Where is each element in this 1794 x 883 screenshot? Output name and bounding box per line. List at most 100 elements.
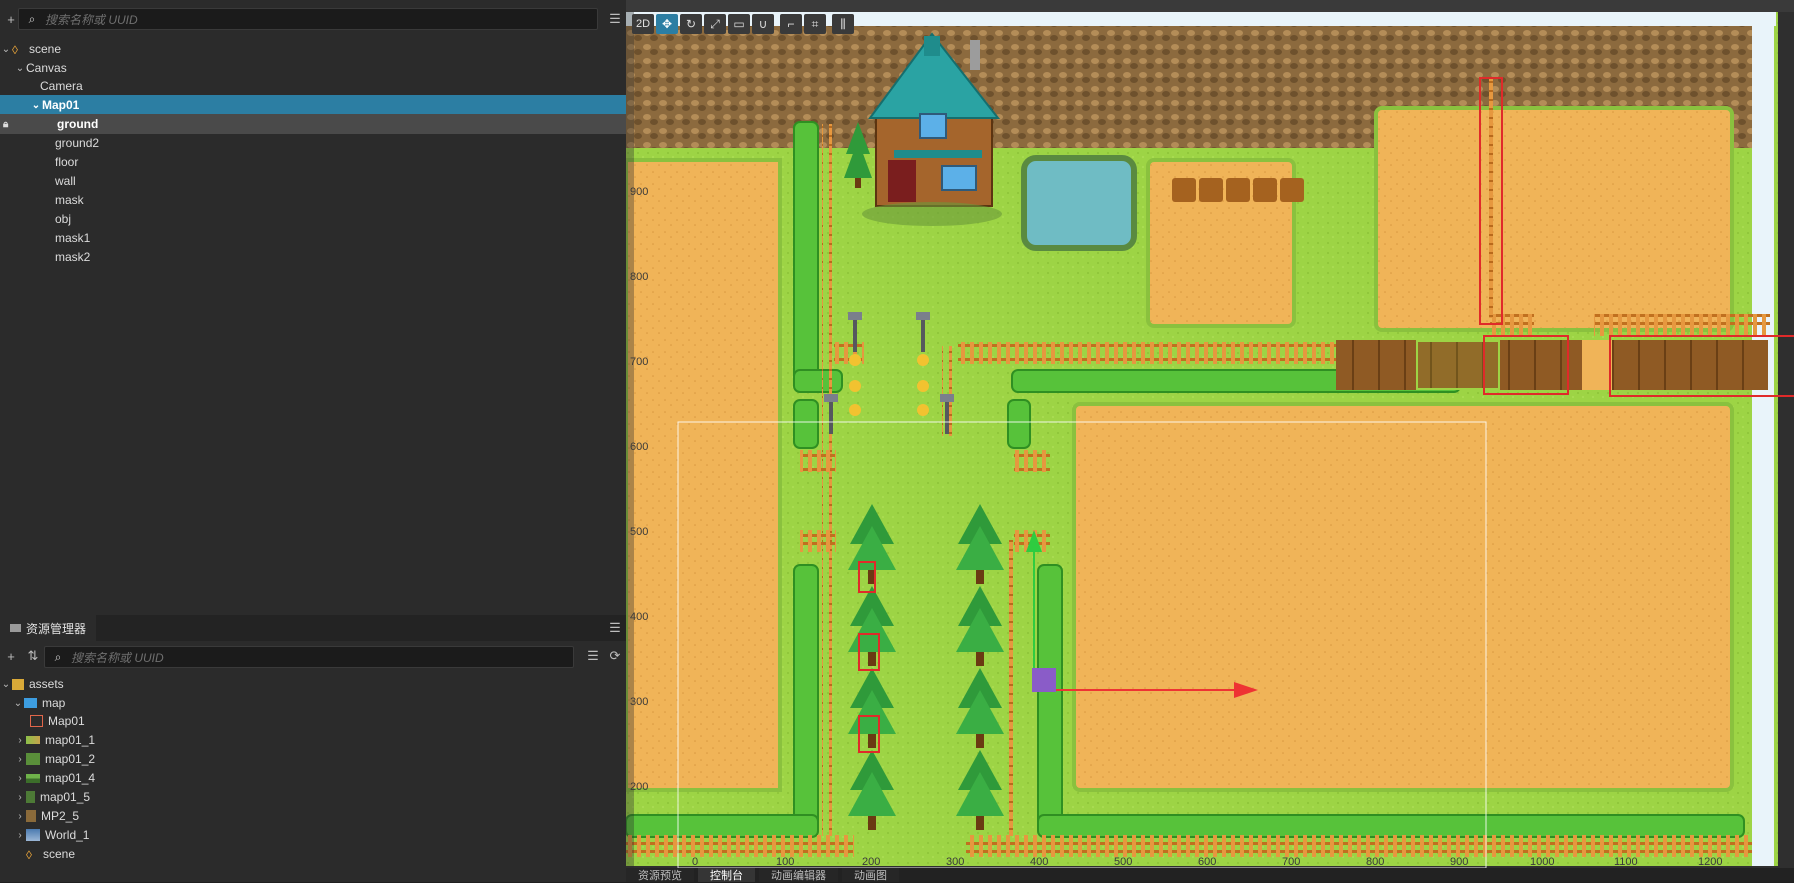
- sort-icon[interactable]: ⇅: [22, 645, 44, 667]
- database-icon: [12, 678, 24, 690]
- wood-wall: [1336, 340, 1768, 390]
- chevron-right-icon[interactable]: ›: [14, 830, 26, 841]
- tree-node-scene[interactable]: ⌄ ◊ scene: [0, 39, 626, 59]
- ruler-y-label: 200: [630, 781, 648, 793]
- tree-node-mask2[interactable]: mask2: [0, 247, 626, 267]
- tree-node-ground2[interactable]: ground2: [0, 133, 626, 153]
- hedge: [1037, 814, 1745, 838]
- snow-border: [1752, 14, 1774, 866]
- farm-plot-bottom-right: [1072, 402, 1734, 792]
- hay-bales: [1172, 178, 1304, 202]
- image-icon: [26, 773, 40, 783]
- rect-tool-icon[interactable]: ▭: [728, 14, 751, 34]
- refresh-icon[interactable]: ⟳: [604, 645, 626, 667]
- lock-icon[interactable]: 🔒︎: [0, 119, 57, 130]
- hierarchy-toolbar: + ⌕ 搜索名称或 UUID ☰: [0, 8, 626, 30]
- chevron-down-icon[interactable]: ⌄: [14, 63, 26, 74]
- tree-node-canvas[interactable]: ⌄ Canvas: [0, 58, 626, 78]
- chevron-down-icon[interactable]: ⌄: [0, 44, 12, 55]
- fence: [822, 124, 832, 836]
- snap-tool-icon[interactable]: ∪: [752, 14, 775, 34]
- assets-panel: 资源管理器 ☰ + ⇅ ⌕ 搜索名称或 UUID ☰ ⟳ ⌄ assets ⌄ …: [0, 615, 626, 882]
- fence: [966, 835, 1752, 857]
- asset-item-map01[interactable]: Map01: [0, 711, 626, 731]
- scene-canvas[interactable]: 900 800 700 600 500 400 300 200 0 100 20…: [626, 0, 1794, 868]
- chevron-right-icon[interactable]: ›: [14, 792, 26, 803]
- tree-node-wall[interactable]: wall: [0, 171, 626, 191]
- hierarchy-search-input[interactable]: ⌕ 搜索名称或 UUID: [18, 8, 598, 30]
- asset-item-world-1[interactable]: › World_1: [0, 825, 626, 845]
- pivot-tool-icon[interactable]: ⌐: [780, 14, 803, 34]
- farm-plot-top-right: [1374, 106, 1734, 332]
- hedge: [793, 121, 819, 391]
- hedge: [1037, 564, 1063, 836]
- tree-node-mask[interactable]: mask: [0, 190, 626, 210]
- ruler-x-label: 500: [1114, 856, 1132, 868]
- scene-view[interactable]: 900 800 700 600 500 400 300 200 0 100 20…: [626, 0, 1794, 882]
- hedge: [1007, 399, 1031, 449]
- chevron-down-icon[interactable]: ⌄: [12, 698, 24, 709]
- tree-node-floor[interactable]: floor: [0, 152, 626, 172]
- ruler-y-label: 500: [630, 526, 648, 538]
- tree-node-camera[interactable]: Camera: [0, 76, 626, 96]
- farm-plot-left: [626, 158, 782, 792]
- tree-node-obj[interactable]: obj: [0, 209, 626, 229]
- image-icon: [26, 753, 40, 765]
- tree-node-mask1[interactable]: mask1: [0, 228, 626, 248]
- list-options-icon[interactable]: ☰: [604, 8, 626, 30]
- asset-item-map[interactable]: ⌄ map: [0, 693, 626, 713]
- add-asset-icon[interactable]: +: [0, 645, 22, 667]
- local-global-icon[interactable]: ⌗: [804, 14, 827, 34]
- fence: [800, 450, 836, 472]
- tree-node-ground[interactable]: 🔒︎ ground: [0, 114, 626, 134]
- ruler-x-label: 1100: [1614, 856, 1638, 868]
- ruler-x-label: 1200: [1698, 856, 1722, 868]
- chevron-down-icon[interactable]: ⌄: [0, 679, 12, 690]
- chevron-right-icon[interactable]: ›: [14, 773, 26, 784]
- gizmo-center-handle[interactable]: [1032, 668, 1056, 692]
- scale-tool-icon[interactable]: ⤢: [704, 14, 727, 34]
- asset-item-assets[interactable]: ⌄ assets: [0, 674, 626, 694]
- image-icon: [26, 829, 40, 841]
- ruler-y-label: 900: [630, 186, 648, 198]
- ruler-x-label: 1000: [1530, 856, 1554, 868]
- hierarchy-panel: + ⌕ 搜索名称或 UUID ☰ ⌄ ◊ scene ⌄ Canvas Came…: [0, 0, 626, 615]
- ruler-x-label: 600: [1198, 856, 1216, 868]
- asset-item-map01-5[interactable]: › map01_5: [0, 787, 626, 807]
- assets-search-input[interactable]: ⌕ 搜索名称或 UUID: [44, 646, 574, 668]
- hedge: [793, 399, 819, 449]
- asset-item-mp2-5[interactable]: › MP2_5: [0, 806, 626, 826]
- ruler-x-label: 300: [946, 856, 964, 868]
- chevron-right-icon[interactable]: ›: [14, 735, 26, 746]
- asset-item-map01-2[interactable]: › map01_2: [0, 749, 626, 769]
- fence: [1594, 314, 1770, 336]
- asset-item-scene[interactable]: ◊ scene: [0, 844, 626, 864]
- ruler-y-label: 800: [630, 271, 648, 283]
- tab-animation-editor[interactable]: 动画编辑器: [759, 868, 838, 882]
- asset-item-map01-4[interactable]: › map01_4: [0, 768, 626, 788]
- search-icon: ⌕: [54, 649, 62, 664]
- tab-animation-graph[interactable]: 动画图: [842, 868, 899, 882]
- ruler-y-label: 300: [630, 696, 648, 708]
- hedge: [793, 369, 843, 393]
- fence: [626, 835, 854, 857]
- tab-console[interactable]: 控制台: [698, 868, 755, 882]
- tab-asset-preview[interactable]: 资源预览: [626, 868, 694, 882]
- 2d-mode-button[interactable]: 2D: [632, 14, 655, 34]
- chevron-right-icon[interactable]: ›: [14, 811, 26, 822]
- hedge: [626, 814, 819, 838]
- align-tool-icon[interactable]: ⫼: [832, 14, 855, 34]
- tree-node-map01[interactable]: ⌄ Map01: [0, 95, 626, 115]
- list-view-icon[interactable]: ☰: [582, 645, 604, 667]
- move-tool-icon[interactable]: ✥: [656, 14, 679, 34]
- ruler-x-label: 700: [1282, 856, 1300, 868]
- assets-panel-tab[interactable]: 资源管理器: [0, 615, 97, 641]
- rotate-tool-icon[interactable]: ↻: [680, 14, 703, 34]
- panel-menu-icon[interactable]: ☰: [604, 617, 626, 639]
- ruler-y-label: 400: [630, 611, 648, 623]
- tiledmap-icon: [30, 715, 43, 727]
- chevron-right-icon[interactable]: ›: [14, 754, 26, 765]
- chevron-down-icon[interactable]: ⌄: [30, 100, 42, 111]
- search-icon: ⌕: [28, 11, 36, 26]
- asset-item-map01-1[interactable]: › map01_1: [0, 730, 626, 750]
